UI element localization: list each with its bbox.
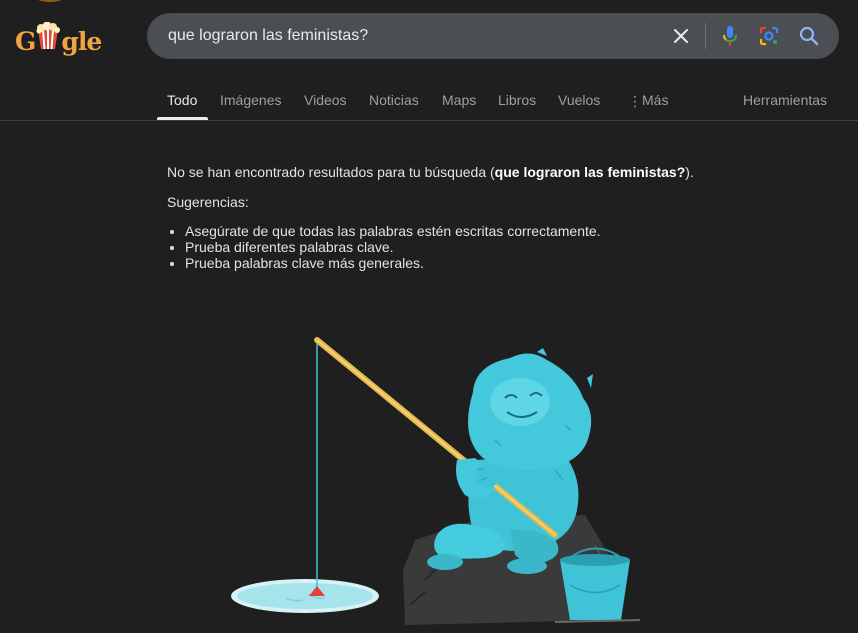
tab-libros[interactable]: Libros xyxy=(498,92,536,108)
doodle-top-icon xyxy=(38,0,62,2)
tools-button[interactable]: Herramientas xyxy=(743,92,827,108)
search-tabs: Todo Imágenes Videos Noticias Maps Libro… xyxy=(0,78,858,121)
popcorn-icon xyxy=(35,21,61,56)
no-results-query: que lograron las feministas? xyxy=(494,164,686,180)
more-dots-icon[interactable]: ⋮ xyxy=(628,93,642,110)
google-doodle-logo[interactable]: Ggle xyxy=(12,0,104,56)
mascot-face xyxy=(490,378,550,426)
suggestion-item: Prueba diferentes palabras clave. xyxy=(185,239,807,255)
mascot-foot xyxy=(427,554,463,570)
tab-todo[interactable]: Todo xyxy=(167,92,197,108)
suggestions-list: Asegúrate de que todas las palabras esté… xyxy=(167,223,807,271)
logo-letter-g: G xyxy=(15,27,36,56)
bucket xyxy=(560,560,630,620)
active-tab-indicator xyxy=(157,117,208,120)
logo-letters-gle: gle xyxy=(61,27,102,56)
results-area: No se han encontrado resultados para tu … xyxy=(167,163,807,271)
tab-imagenes[interactable]: Imágenes xyxy=(220,92,281,108)
ice-water xyxy=(237,583,373,609)
tab-vuelos[interactable]: Vuelos xyxy=(558,92,600,108)
no-results-suffix: ). xyxy=(685,164,694,180)
tab-mas[interactable]: Más xyxy=(642,92,668,108)
search-box[interactable]: que lograron las feministas? xyxy=(147,13,839,59)
logo-text: Ggle xyxy=(15,21,102,56)
search-icon[interactable] xyxy=(797,24,821,48)
no-results-prefix: No se han encontrado resultados para tu … xyxy=(167,164,495,180)
search-input[interactable]: que lograron las feministas? xyxy=(168,27,368,45)
mic-icon[interactable] xyxy=(718,24,742,48)
suggestion-item: Prueba palabras clave más generales. xyxy=(185,255,807,271)
search-divider xyxy=(705,23,706,49)
tab-videos[interactable]: Videos xyxy=(304,92,347,108)
no-results-message: No se han encontrado resultados para tu … xyxy=(167,163,807,181)
tab-maps[interactable]: Maps xyxy=(442,92,476,108)
suggestions-title: Sugerencias: xyxy=(167,194,249,210)
lens-icon[interactable] xyxy=(757,24,781,48)
header: Ggle que lograron las feministas? xyxy=(0,0,858,75)
suggestion-item: Asegúrate de que todas las palabras esté… xyxy=(185,223,807,239)
tab-noticias[interactable]: Noticias xyxy=(369,92,419,108)
clear-icon[interactable] xyxy=(669,24,693,48)
fishing-mascot-illustration xyxy=(231,337,641,625)
